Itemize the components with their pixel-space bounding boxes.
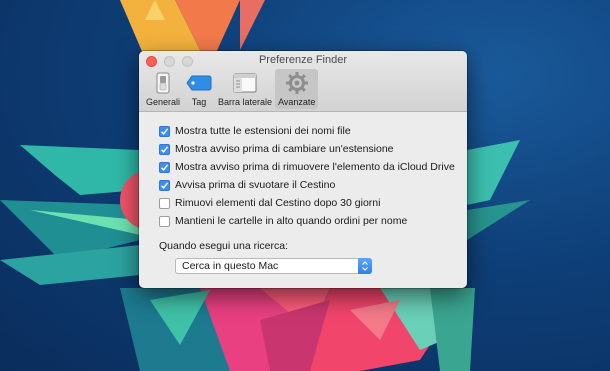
option-warn-icloud-remove[interactable]: Mostra avviso prima di rimuovere l'eleme… — [159, 159, 455, 175]
tab-label: Generali — [146, 97, 181, 107]
option-label: Rimuovi elementi dal Cestino dopo 30 gio… — [175, 197, 381, 209]
checkbox[interactable] — [159, 215, 170, 227]
checkbox[interactable] — [159, 197, 170, 209]
option-folders-on-top[interactable]: Mantieni le cartelle in alto quando ordi… — [159, 213, 407, 229]
window-title: Preferenze Finder — [258, 54, 348, 66]
title-bar: Preferenze Finder Generali Tag Barra lat… — [139, 51, 467, 112]
tab-label: Tag — [191, 97, 207, 107]
option-remove-trash-30-days[interactable]: Rimuovi elementi dal Cestino dopo 30 gio… — [159, 195, 380, 211]
tab-label: Barra laterale — [218, 97, 273, 107]
option-warn-empty-trash[interactable]: Avvisa prima di svuotare il Cestino — [159, 177, 335, 193]
option-warn-extension-change[interactable]: Mostra avviso prima di cambiare un'esten… — [159, 141, 394, 157]
search-scope-select[interactable]: Cerca in questo Mac — [175, 258, 372, 274]
option-show-extensions[interactable]: Mostra tutte le estensioni dei nomi file — [159, 123, 351, 139]
chevron-updown-icon — [358, 258, 372, 274]
search-scope-value: Cerca in questo Mac — [182, 260, 279, 272]
checkbox[interactable] — [159, 143, 170, 155]
switch-icon — [156, 71, 170, 95]
tag-icon — [186, 71, 212, 95]
checkbox[interactable] — [159, 179, 170, 191]
finder-preferences-window: Preferenze Finder Generali Tag Barra lat… — [139, 51, 467, 288]
option-label: Mostra avviso prima di rimuovere l'eleme… — [175, 161, 455, 173]
gear-icon — [285, 71, 309, 95]
tab-avanzate[interactable]: Avanzate — [275, 69, 319, 109]
search-scope-label: Quando esegui una ricerca: — [159, 240, 288, 252]
preferences-toolbar: Generali Tag Barra laterale Avanzate — [143, 69, 319, 109]
option-label: Avvisa prima di svuotare il Cestino — [175, 179, 336, 191]
tab-barra-laterale[interactable]: Barra laterale — [215, 69, 275, 109]
tab-tag[interactable]: Tag — [183, 69, 215, 109]
sidebar-icon — [233, 71, 257, 95]
option-label: Mostra tutte le estensioni dei nomi file — [175, 125, 351, 137]
option-label: Mostra avviso prima di cambiare un'esten… — [175, 143, 394, 155]
checkbox[interactable] — [159, 125, 170, 137]
tab-label: Avanzate — [278, 97, 316, 107]
option-label: Mantieni le cartelle in alto quando ordi… — [175, 215, 408, 227]
tab-generali[interactable]: Generali — [143, 69, 183, 109]
checkbox[interactable] — [159, 161, 170, 173]
